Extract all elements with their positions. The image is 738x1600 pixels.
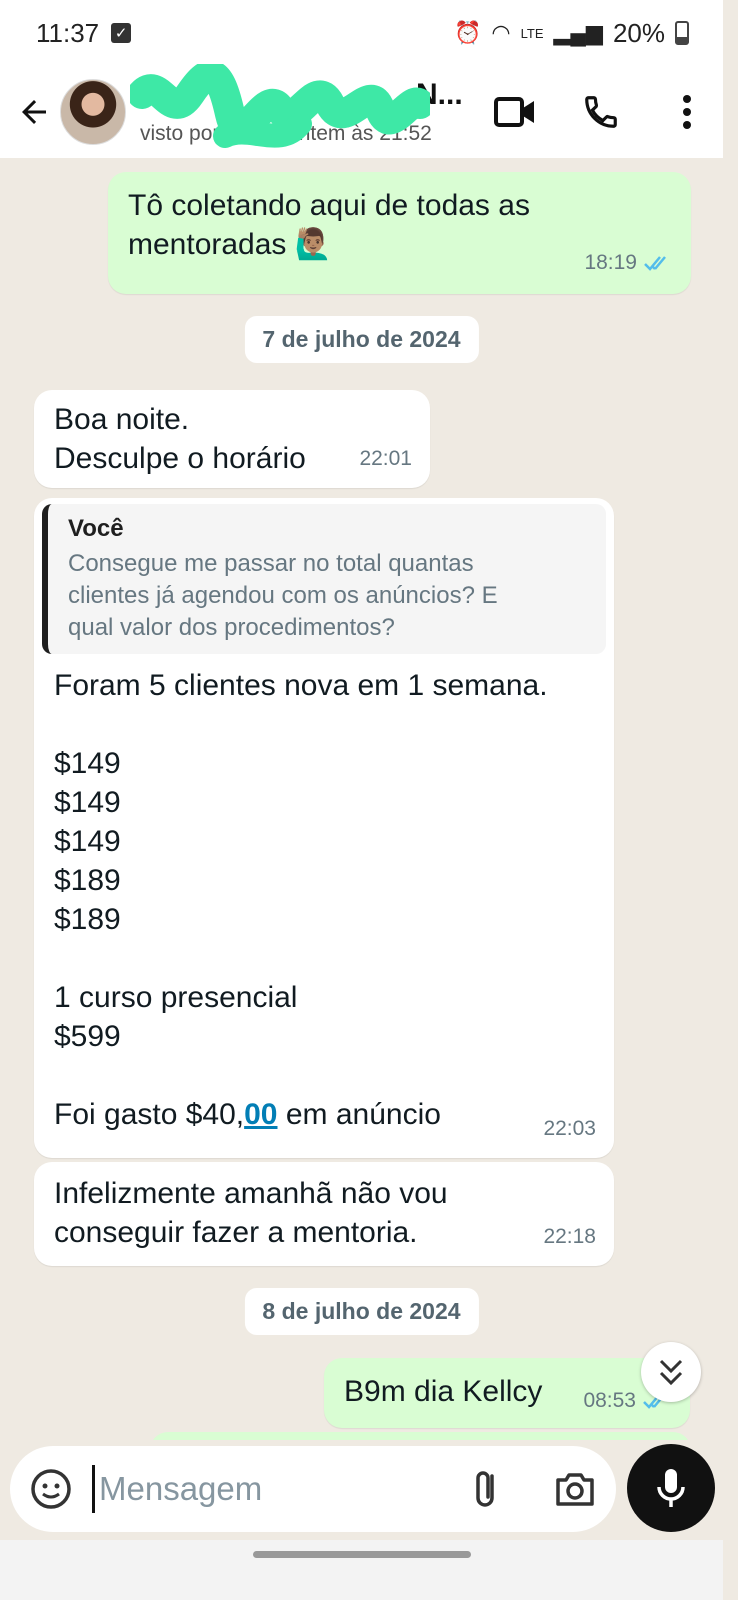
more-options-icon: [683, 95, 691, 129]
scroll-to-bottom-button[interactable]: [641, 1342, 701, 1402]
quote-text: qual valor dos procedimentos?: [68, 614, 395, 641]
message-text: 1 curso presencial: [54, 981, 298, 1014]
redaction-scribble: [130, 64, 430, 148]
message-text: $189: [54, 864, 121, 897]
message-text-last-line: Foi gasto $40,00 em anúncio: [54, 1098, 441, 1131]
chat-header: N... visto por último ontem às 21:52: [0, 64, 723, 158]
message-text: Infelizmente amanhã não vou: [54, 1177, 448, 1210]
message-input[interactable]: [92, 1465, 452, 1513]
notification-check-icon: ✓: [111, 23, 132, 43]
message-time: 22:18: [543, 1225, 596, 1248]
sticker-icon[interactable]: [28, 1466, 74, 1512]
attach-icon[interactable]: [464, 1466, 510, 1512]
message-time: 22:01: [359, 447, 412, 470]
message-text: $599: [54, 1020, 121, 1053]
message-text: Tô coletando aqui de todas as: [128, 189, 530, 222]
quote-text: Consegue me passar no total quantas: [68, 550, 474, 577]
message-bubble-outgoing[interactable]: B9m dia Kellcy 08:53: [324, 1358, 690, 1428]
message-text: $189: [54, 903, 121, 936]
message-time: 08:53: [583, 1389, 636, 1412]
message-text: Boa noite.: [54, 403, 190, 436]
status-bar: 11:37 ✓ ⏰ ◠ LTE ▂▄▆ 20%: [0, 0, 723, 66]
read-receipt-icon: [644, 255, 666, 271]
date-separator: 7 de julho de 2024: [244, 316, 479, 363]
voice-call-button[interactable]: [579, 90, 623, 134]
message-text: [54, 1056, 594, 1095]
message-text: [54, 705, 594, 744]
battery-icon: [675, 21, 689, 45]
message-text: $149: [54, 747, 121, 780]
battery-percent: 20%: [612, 17, 665, 48]
message-time: 22:03: [543, 1117, 596, 1140]
more-options-button[interactable]: [665, 90, 709, 134]
voice-message-button[interactable]: [627, 1444, 715, 1532]
system-navigation-bar: [0, 1540, 723, 1600]
lte-indicator: LTE: [520, 25, 544, 41]
date-separator: 8 de julho de 2024: [244, 1288, 479, 1335]
message-meta: 18:19: [584, 243, 673, 282]
alarm-icon: ⏰: [454, 20, 482, 45]
quote-author: Você: [68, 515, 124, 542]
mic-icon: [657, 1469, 685, 1507]
message-input-container: [10, 1446, 616, 1532]
video-call-icon: [494, 97, 534, 127]
message-bubble-outgoing-partial[interactable]: [150, 1432, 691, 1440]
message-time: 18:19: [584, 251, 637, 274]
contact-avatar[interactable]: [60, 79, 126, 145]
message-bubble-incoming[interactable]: Boa noite. Desculpe o horário 22:01: [34, 390, 430, 488]
home-gesture-handle[interactable]: [253, 1551, 471, 1558]
back-button[interactable]: [10, 88, 58, 136]
message-text: $149: [54, 786, 121, 819]
message-text: $149: [54, 825, 121, 858]
phone-icon: [585, 96, 617, 128]
message-bubble-incoming[interactable]: Infelizmente amanhã não vou conseguir fa…: [34, 1162, 614, 1266]
message-list[interactable]: Tô coletando aqui de todas as mentoradas…: [0, 158, 723, 1440]
signal-icon: ▂▄▆: [553, 20, 603, 45]
contact-info[interactable]: N... visto por último ontem às 21:52: [130, 64, 480, 148]
back-arrow-icon: [22, 100, 46, 124]
scroll-down-icon: [659, 1359, 683, 1386]
camera-icon[interactable]: [552, 1466, 598, 1512]
quoted-message[interactable]: Você Consegue me passar no total quantas…: [42, 504, 606, 654]
message-text: [54, 939, 594, 978]
message-bubble-incoming-reply[interactable]: Você Consegue me passar no total quantas…: [34, 498, 614, 1158]
wifi-icon: ◠: [491, 20, 511, 45]
quote-text: clientes já agendou com os anúncios? E: [68, 582, 498, 609]
message-text: Foram 5 clientes nova em 1 semana.: [54, 669, 548, 702]
message-text: Desculpe o horário: [54, 442, 306, 475]
message-text: conseguir fazer a mentoria.: [54, 1216, 418, 1249]
message-composer: [0, 1440, 723, 1550]
message-bubble-outgoing[interactable]: Tô coletando aqui de todas as mentoradas…: [108, 172, 691, 294]
phone-number-link[interactable]: 00: [244, 1098, 277, 1131]
video-call-button[interactable]: [493, 90, 537, 134]
status-time: 11:37: [36, 17, 100, 48]
